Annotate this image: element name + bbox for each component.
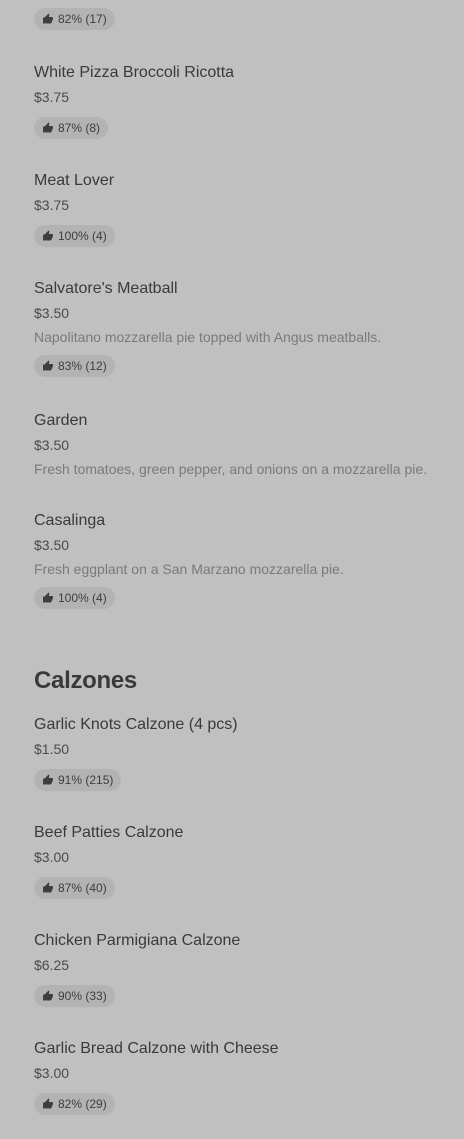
thumbs-up-icon	[43, 592, 53, 603]
menu-item[interactable]: Meat Lover $3.75 100% (4)	[34, 171, 444, 247]
menu-item[interactable]: Casalinga $3.50 Fresh eggplant on a San …	[34, 511, 444, 609]
rating-badge: 100% (4)	[34, 587, 115, 609]
menu-page: 82% (17) White Pizza Broccoli Ricotta $3…	[0, 0, 464, 1139]
item-price: $3.50	[34, 437, 70, 453]
item-description: Fresh tomatoes, green pepper, and onions…	[34, 461, 428, 477]
thumbs-up-icon	[43, 360, 53, 371]
rating-text: 82% (17)	[58, 12, 107, 26]
rating-badge: 83% (12)	[34, 355, 115, 377]
thumbs-up-icon	[43, 230, 53, 241]
item-name: Casalinga	[34, 512, 106, 529]
menu-item-partial[interactable]: 82% (17)	[34, 0, 444, 30]
item-name: Garden	[34, 412, 88, 429]
menu-item[interactable]: Garlic Bread Calzone with Cheese $3.00 8…	[34, 1039, 444, 1115]
item-name: Salvatore's Meatball	[34, 280, 178, 297]
menu-item[interactable]: Garlic Knots Calzone (4 pcs) $1.50 91% (…	[34, 715, 444, 791]
rating-badge: 91% (215)	[34, 769, 122, 791]
thumbs-up-icon	[43, 1098, 53, 1109]
menu-item[interactable]: Beef Patties Calzone $3.00 87% (40)	[34, 823, 444, 899]
item-price: $3.50	[34, 537, 70, 553]
thumbs-up-icon	[43, 13, 53, 24]
menu-item[interactable]: Chicken Parmigiana Calzone $6.25 90% (33…	[34, 931, 444, 1007]
thumbs-up-icon	[43, 882, 53, 893]
rating-badge: 90% (33)	[34, 985, 115, 1007]
rating-text: 87% (8)	[58, 121, 101, 135]
item-price: $3.50	[34, 305, 70, 321]
item-price: $3.75	[34, 89, 70, 105]
item-price: $3.00	[34, 849, 70, 865]
item-name: Garlic Bread Calzone with Cheese	[34, 1040, 279, 1057]
rating-text: 87% (40)	[58, 881, 107, 895]
item-price: $3.00	[34, 1065, 70, 1081]
rating-text: 91% (215)	[58, 773, 114, 787]
section-title-calzones: Calzones	[34, 667, 137, 694]
rating-text: 100% (4)	[58, 591, 107, 605]
rating-badge: 87% (8)	[34, 117, 109, 139]
item-price: $6.25	[34, 957, 70, 973]
menu-item[interactable]: White Pizza Broccoli Ricotta $3.75 87% (…	[34, 63, 444, 139]
item-name: Beef Patties Calzone	[34, 824, 184, 841]
thumbs-up-icon	[43, 990, 53, 1001]
rating-text: 90% (33)	[58, 989, 107, 1003]
item-description: Napolitano mozzarella pie topped with An…	[34, 329, 382, 345]
item-name: White Pizza Broccoli Ricotta	[34, 64, 235, 81]
rating-badge: 87% (40)	[34, 877, 115, 899]
item-price: $1.50	[34, 741, 70, 757]
rating-badge: 100% (4)	[34, 225, 115, 247]
rating-badge: 82% (29)	[34, 1093, 115, 1115]
menu-item[interactable]: Salvatore's Meatball $3.50 Napolitano mo…	[34, 279, 444, 377]
thumbs-up-icon	[43, 122, 53, 133]
item-description: Fresh eggplant on a San Marzano mozzarel…	[34, 561, 344, 577]
rating-text: 83% (12)	[58, 359, 107, 373]
item-name: Chicken Parmigiana Calzone	[34, 932, 241, 949]
item-price: $3.75	[34, 197, 70, 213]
item-name: Meat Lover	[34, 172, 115, 189]
menu-item[interactable]: Garden $3.50 Fresh tomatoes, green peppe…	[34, 411, 444, 478]
rating-badge: 82% (17)	[34, 8, 115, 30]
rating-text: 82% (29)	[58, 1097, 107, 1111]
item-name: Garlic Knots Calzone (4 pcs)	[34, 716, 238, 733]
rating-text: 100% (4)	[58, 229, 107, 243]
thumbs-up-icon	[43, 774, 53, 785]
